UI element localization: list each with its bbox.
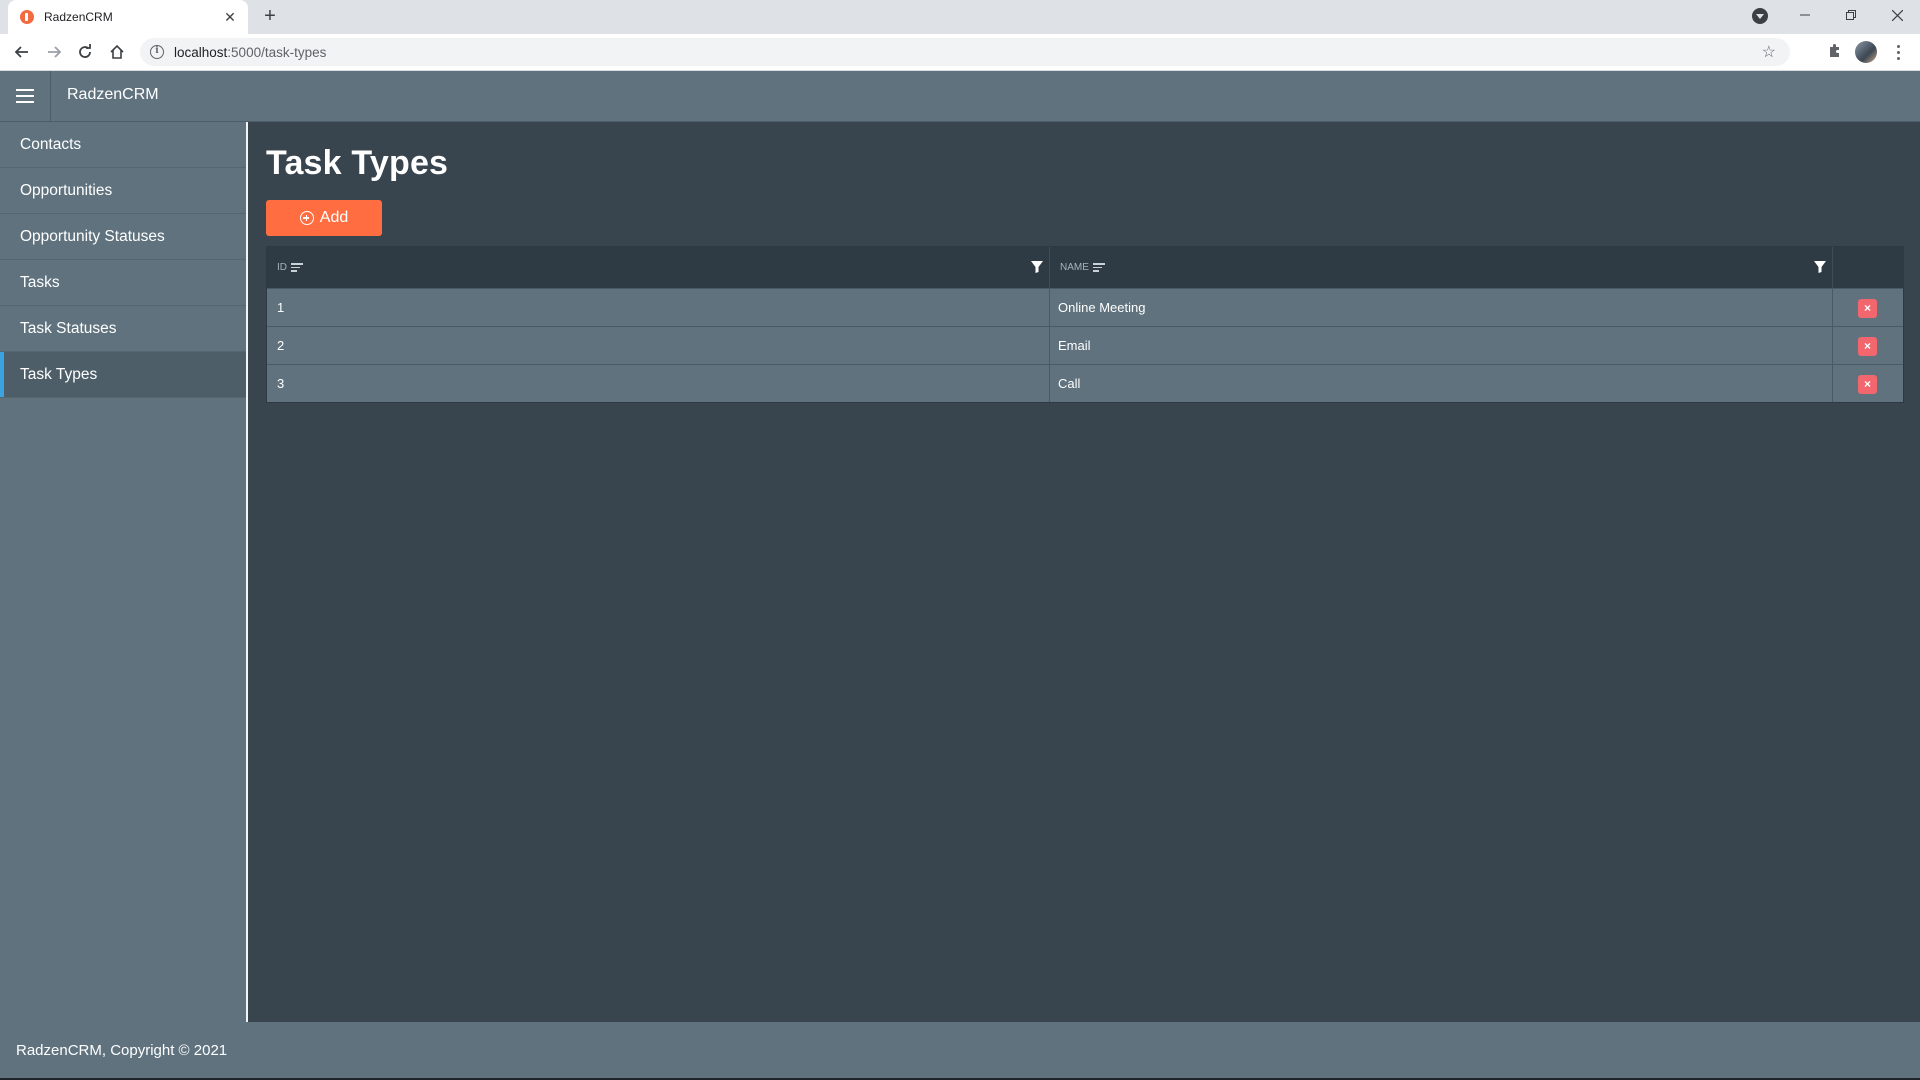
sidebar-item-label: Task Types (20, 365, 98, 383)
reload-icon (79, 44, 91, 58)
bookmark-star-icon[interactable]: ☆ (1762, 42, 1776, 62)
add-circle-icon (299, 211, 314, 225)
sort-icon (291, 263, 303, 272)
cell-name: Online Meeting (1058, 300, 1146, 315)
add-button-label: Add (319, 209, 349, 226)
profile-avatar[interactable] (1855, 41, 1877, 63)
column-header-actions (1833, 247, 1903, 288)
app-footer: RadzenCRM, Copyright © 2021 (0, 1022, 1920, 1078)
restore-icon (1846, 10, 1856, 20)
sidebar-item-tasks[interactable]: Tasks (0, 260, 246, 306)
sidebar-item-contacts[interactable]: Contacts (0, 122, 246, 168)
new-tab-button[interactable]: + (258, 5, 282, 29)
table-row[interactable]: 2 Email × (267, 326, 1903, 364)
column-header-label: ID (277, 262, 287, 273)
page-title: Task Types (266, 144, 449, 182)
sidebar: Contacts Opportunities Opportunity Statu… (0, 122, 248, 1022)
sort-id-button[interactable]: ID (277, 262, 303, 273)
sidebar-toggle-icon[interactable] (0, 71, 51, 121)
radzen-favicon-icon (20, 10, 34, 24)
back-arrow-icon (14, 46, 28, 58)
tab-title: RadzenCRM (44, 10, 113, 24)
browser-tab[interactable]: RadzenCRM ✕ (8, 0, 248, 34)
forward-button[interactable] (42, 40, 66, 64)
app-title: RadzenCRM (67, 86, 159, 103)
close-window-button[interactable] (1874, 0, 1920, 30)
delete-button[interactable]: × (1858, 299, 1877, 318)
table-row[interactable]: 3 Call × (267, 364, 1903, 402)
cell-name: Email (1058, 338, 1091, 353)
sidebar-item-label: Opportunities (20, 181, 113, 199)
sidebar-item-task-statuses[interactable]: Task Statuses (0, 306, 246, 352)
task-types-grid: ID NAME 1 Online Meeting × 2 Email × 3 C… (266, 246, 1904, 403)
grid-header: ID NAME (267, 247, 1903, 288)
restore-button[interactable] (1828, 0, 1874, 30)
filter-icon[interactable] (1814, 261, 1826, 273)
forward-arrow-icon (48, 46, 62, 58)
sidebar-item-label: Task Statuses (20, 319, 117, 337)
table-row[interactable]: 1 Online Meeting × (267, 288, 1903, 326)
address-bar[interactable]: i localhost:5000/task-types ☆ (140, 38, 1790, 66)
sort-icon (1092, 263, 1105, 272)
close-icon (1891, 9, 1903, 21)
back-button[interactable] (10, 40, 34, 64)
sidebar-item-task-types[interactable]: Task Types (0, 352, 246, 398)
cell-id: 2 (277, 338, 285, 353)
minimize-icon (1800, 14, 1810, 16)
sidebar-item-label: Tasks (20, 273, 60, 291)
sidebar-item-label: Contacts (20, 135, 82, 153)
extensions-icon[interactable] (1822, 40, 1846, 64)
minimize-button[interactable] (1782, 0, 1828, 30)
url-host: localhost (174, 44, 228, 60)
sidebar-item-opportunities[interactable]: Opportunities (0, 168, 246, 214)
delete-button[interactable]: × (1858, 337, 1877, 356)
site-info-icon[interactable]: i (150, 45, 164, 59)
sort-name-button[interactable]: NAME (1060, 262, 1105, 273)
app-header: RadzenCRM (0, 71, 1920, 122)
add-button[interactable]: Add (266, 200, 382, 236)
cell-name: Call (1058, 376, 1081, 391)
home-button[interactable] (105, 40, 129, 64)
tab-search-icon[interactable] (1752, 8, 1768, 24)
cell-id: 1 (277, 300, 285, 315)
browser-tabstrip: RadzenCRM ✕ + (0, 0, 1920, 34)
column-header-id: ID (267, 247, 1050, 288)
url-text: localhost:5000/task-types (174, 45, 326, 60)
tab-close-icon[interactable]: ✕ (222, 9, 238, 26)
copyright-text: RadzenCRM, Copyright © 2021 (16, 1042, 228, 1059)
home-icon (110, 44, 124, 59)
delete-button[interactable]: × (1858, 375, 1877, 394)
sidebar-item-label: Opportunity Statuses (20, 227, 165, 245)
browser-toolbar: i localhost:5000/task-types ☆ (0, 34, 1920, 71)
url-path: :5000/task-types (227, 44, 327, 60)
browser-menu-icon[interactable] (1890, 40, 1906, 64)
column-header-name: NAME (1050, 247, 1833, 288)
reload-button[interactable] (73, 40, 97, 64)
filter-icon[interactable] (1031, 261, 1043, 273)
main-content: Task Types Add ID NAME 1 Online Meeting … (250, 122, 1920, 1022)
column-header-label: NAME (1060, 262, 1089, 273)
cell-id: 3 (277, 376, 285, 391)
sidebar-item-opportunity-statuses[interactable]: Opportunity Statuses (0, 214, 246, 260)
